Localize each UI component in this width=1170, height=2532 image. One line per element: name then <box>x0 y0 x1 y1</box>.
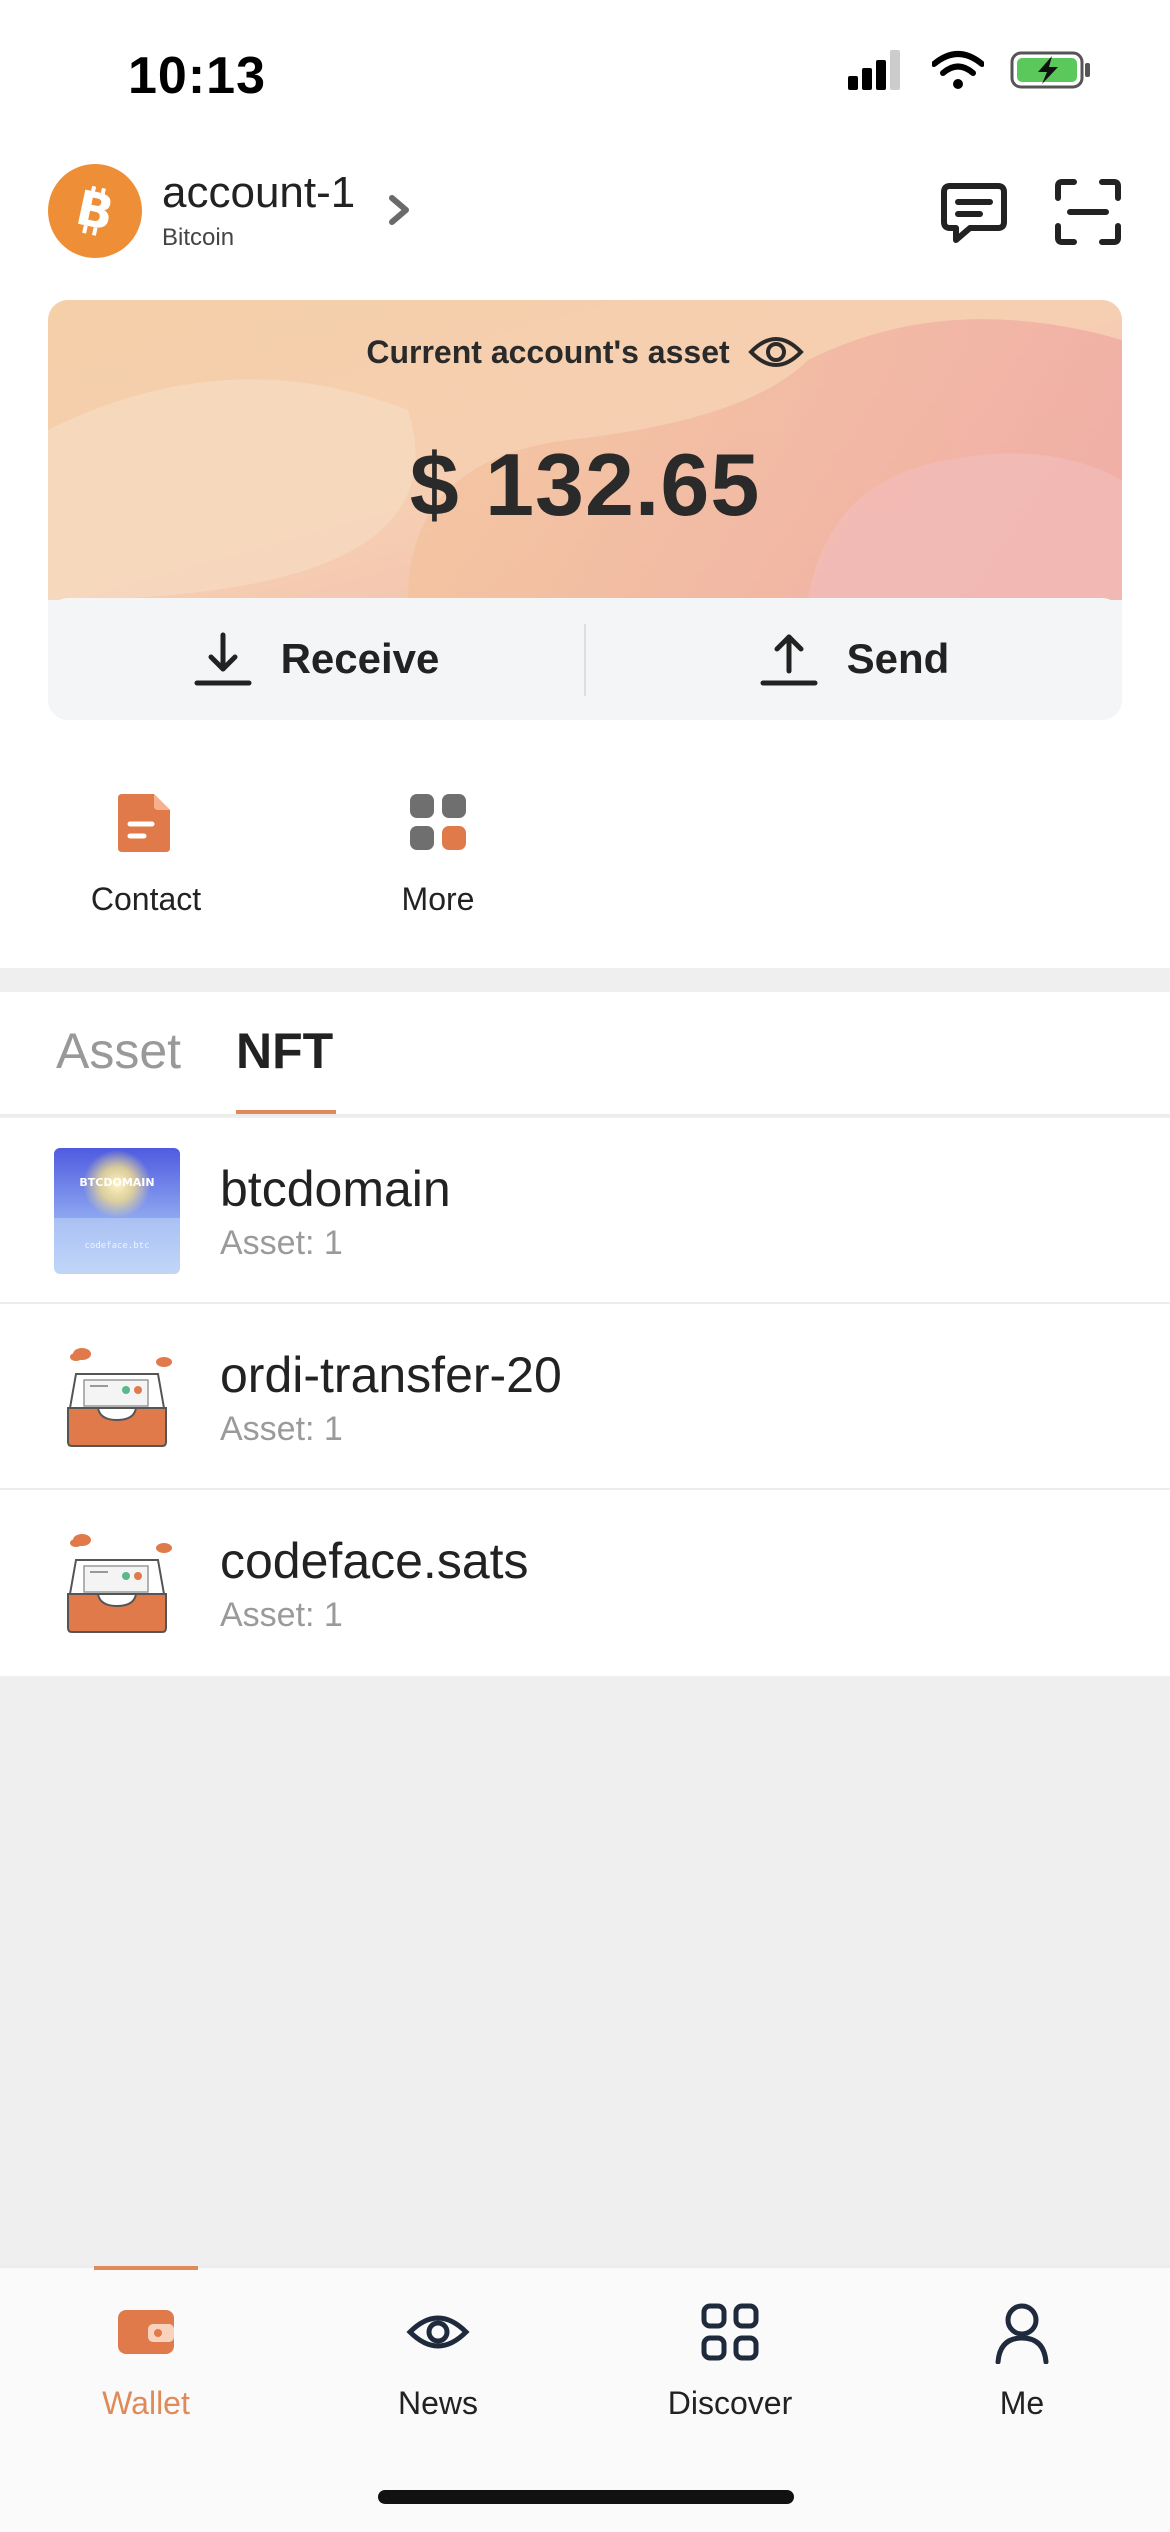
btcdomain-thumbnail: BTCDOMAIN codeface.btc <box>54 1148 180 1274</box>
wallet-screen: 10:13 B account-1 Bitcoin Current accoun… <box>0 0 1170 2532</box>
asset-label-row: Current account's asset <box>48 332 1122 372</box>
nft-name: btcdomain <box>220 1161 451 1217</box>
nav-news[interactable]: News <box>338 2268 538 2422</box>
asset-tabs: Asset NFT <box>0 992 1170 1116</box>
bitcoin-icon[interactable]: B <box>48 164 142 258</box>
more-label: More <box>401 881 475 917</box>
tab-asset[interactable]: Asset <box>56 1022 181 1080</box>
thumb-caption: codeface.btc <box>84 1241 149 1251</box>
active-tab-underline <box>236 1110 336 1114</box>
nav-wallet-label: Wallet <box>102 2385 190 2421</box>
list-item[interactable]: ordi-transfer-20 Asset: 1 <box>0 1304 1170 1490</box>
list-item[interactable]: codeface.sats Asset: 1 <box>0 1490 1170 1676</box>
eye-icon <box>406 2315 470 2349</box>
account-header: B account-1 Bitcoin <box>48 164 1122 260</box>
thumb-title: BTCDOMAIN <box>79 1176 154 1189</box>
nft-count: Asset: 1 <box>220 1596 343 1634</box>
contact-label: Contact <box>90 881 202 917</box>
nft-list: BTCDOMAIN codeface.btc btcdomain Asset: … <box>0 1118 1170 1676</box>
send-button[interactable]: Send <box>586 598 1122 720</box>
nav-discover-label: Discover <box>667 2385 793 2421</box>
contact-document-icon <box>118 794 170 852</box>
more-shortcut[interactable]: More <box>338 780 538 918</box>
status-icons <box>848 50 1092 90</box>
account-chain: Bitcoin <box>162 224 235 251</box>
asset-amount: $ 132.65 <box>409 435 761 534</box>
chat-icon[interactable] <box>940 178 1008 246</box>
eye-icon[interactable] <box>747 332 804 372</box>
person-icon <box>995 2303 1049 2365</box>
nav-wallet[interactable]: Wallet <box>46 2268 246 2422</box>
card-actions: Receive Send <box>48 598 1122 720</box>
nft-name: codeface.sats <box>220 1533 529 1589</box>
battery-charging-icon <box>1010 51 1090 89</box>
nav-me[interactable]: Me <box>922 2268 1122 2422</box>
grid-more-icon <box>410 794 466 850</box>
upload-icon <box>760 634 818 686</box>
status-time: 10:13 <box>128 47 266 105</box>
download-icon <box>194 632 252 686</box>
home-indicator[interactable] <box>378 2490 794 2504</box>
empty-inbox-icon <box>67 1534 172 1633</box>
nav-discover[interactable]: Discover <box>630 2268 830 2422</box>
nft-name: ordi-transfer-20 <box>220 1347 562 1403</box>
contact-shortcut[interactable]: Contact <box>46 780 246 918</box>
status-bar: 10:13 <box>0 0 1170 150</box>
chevron-right-icon[interactable] <box>384 190 414 230</box>
shortcuts-row: Contact More <box>0 780 1170 940</box>
nav-me-label: Me <box>999 2385 1045 2421</box>
asset-card: Current account's asset $ 132.65 Receive <box>48 300 1122 720</box>
discover-grid-icon <box>701 2303 759 2361</box>
empty-inbox-icon <box>67 1348 172 1447</box>
asset-label: Current account's asset <box>366 333 730 370</box>
active-nav-indicator <box>94 2266 198 2270</box>
scan-icon[interactable] <box>1054 178 1122 246</box>
nav-news-label: News <box>397 2385 478 2421</box>
account-name[interactable]: account-1 <box>162 168 355 218</box>
nft-count: Asset: 1 <box>220 1410 343 1448</box>
list-item[interactable]: BTCDOMAIN codeface.btc btcdomain Asset: … <box>0 1118 1170 1304</box>
wallet-icon <box>118 2310 174 2354</box>
cellular-signal-icon <box>848 50 900 90</box>
send-label: Send <box>846 635 950 682</box>
receive-label: Receive <box>280 635 440 682</box>
wifi-icon <box>932 51 984 89</box>
tab-nft[interactable]: NFT <box>236 1022 333 1080</box>
nft-count: Asset: 1 <box>220 1224 343 1262</box>
receive-button[interactable]: Receive <box>48 598 584 720</box>
